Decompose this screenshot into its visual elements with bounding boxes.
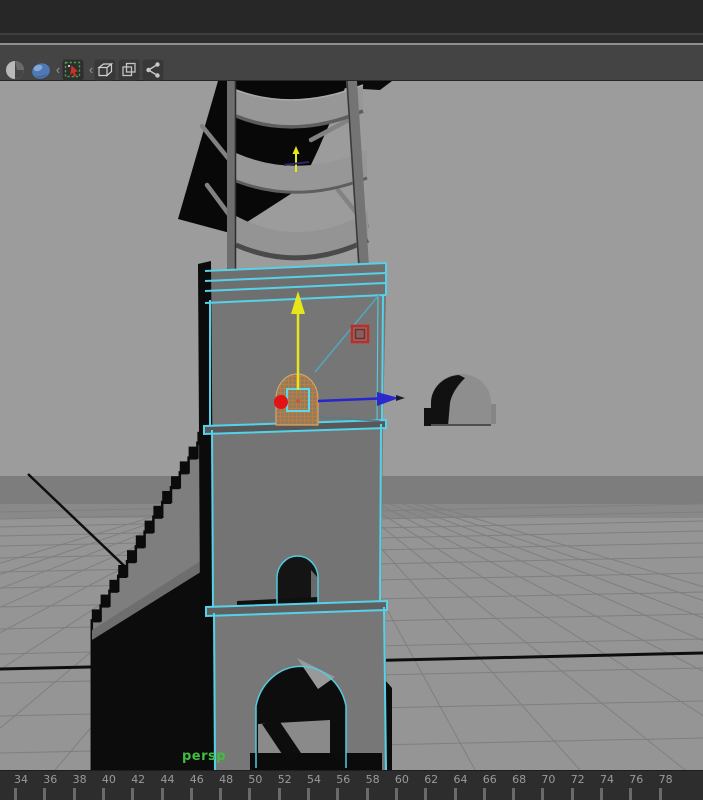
timeline-tick [277,788,281,800]
timeline-frame-number: 66 [482,773,497,786]
maya-3d-viewport-app: { "titlebar": { "title": "" }, "toolbar"… [0,0,703,800]
timeline-tick [14,788,17,800]
toolbar-separator: ‹ [55,62,61,77]
timeline-frame-number: 46 [189,773,204,786]
panel-toolbar: ‹ ‹ [0,45,703,81]
timeline-frame-number: 48 [219,773,234,786]
timeline-tick [482,788,486,800]
timeline-tick [131,788,135,800]
timeline-frame-number: 64 [453,773,468,786]
timeline-tick [160,788,164,800]
timeline-frame-number: 78 [658,773,673,786]
timeline-frame-number: 36 [43,773,58,786]
timeline-tick [72,788,76,800]
manipulator-x-handle[interactable] [274,395,288,409]
timeline-tick [248,788,252,800]
viewport-scene [0,81,703,770]
timeline-frame-number: 62 [424,773,439,786]
timeline-tick [189,788,193,800]
timeline-tick [307,788,310,800]
timeline-tick [658,788,662,800]
timeline-tick [629,788,633,800]
smooth-shade-icon[interactable] [30,59,52,81]
marquee-select-icon[interactable] [62,59,84,81]
titlebar [0,0,703,45]
timeline-frame-number: 54 [307,773,321,786]
timeline-frame-number: 40 [101,773,116,786]
titlebar-stripe [0,35,703,43]
timeline-frame-number: 70 [541,773,556,786]
camera-label: persp [182,749,227,764]
timeline-frame-number: 68 [512,773,527,786]
timeline-frame-number: 76 [629,773,644,786]
timeline-tick [365,788,369,800]
timeline-tick [600,788,603,800]
timeline-tick [570,788,574,800]
timeline-tick [336,788,340,800]
3d-viewport[interactable]: persp [0,81,703,770]
timeline-tick [394,788,398,800]
share-icon[interactable] [142,59,164,81]
timeline-tick [512,788,516,800]
timeline-frame-number: 74 [600,773,614,786]
timeline-frame-number: 56 [336,773,351,786]
timeline-frame-number: 58 [365,773,380,786]
timeline-frame-number: 50 [248,773,263,786]
timeline-frame-number: 60 [394,773,409,786]
timeline-tick [424,788,428,800]
timeline-frame-number: 52 [277,773,292,786]
timeline-frame-number: 42 [131,773,146,786]
shaded-display-icon[interactable] [4,59,26,81]
timeline-frame-number: 44 [160,773,175,786]
timeline-ruler[interactable]: 34 36 38 40 42 44 46 48 50 52 54 56 58 60 62 64 66 68 70 72… [0,770,703,800]
timeline-tick [43,788,47,800]
flag-pole-left [227,81,236,272]
timeline-tick [541,788,545,800]
timeline-tick [219,788,223,800]
timeline-frame-number: 38 [72,773,87,786]
duplicate-icon[interactable] [118,59,140,81]
poly-cube-icon[interactable] [94,59,116,81]
timeline-tick [453,788,457,800]
timeline-frame-number: 34 [14,773,28,786]
timeline-frame-number: 72 [570,773,585,786]
timeline-tick [101,788,105,800]
